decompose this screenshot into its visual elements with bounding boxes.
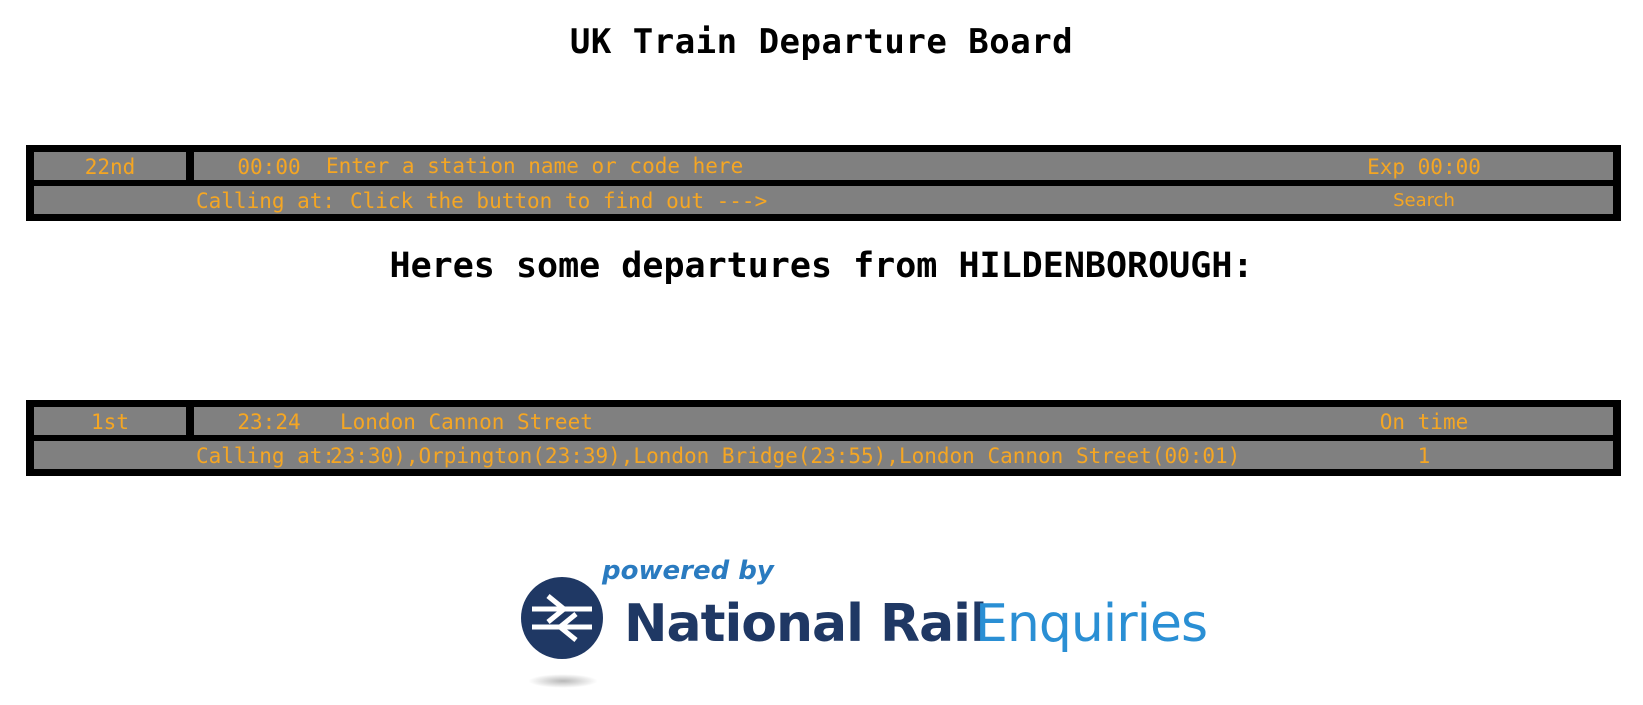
- powered-by-text: powered by: [602, 556, 774, 586]
- national-rail-arrows-icon: [521, 577, 603, 659]
- departure-status: On time: [1379, 410, 1469, 434]
- calling-at-label: Calling at:: [196, 444, 336, 468]
- search-board-row-main: 22nd 00:00 Exp 00:00: [34, 152, 1613, 180]
- departure-destination: London Cannon Street: [340, 410, 593, 434]
- search-board-row-calling: Calling at: Click the button to find out…: [34, 186, 1613, 214]
- calling-at-hint: Click the button to find out --->: [350, 189, 768, 213]
- station-search-input[interactable]: [326, 152, 1286, 180]
- brand-enquiries: Enquiries: [975, 594, 1208, 654]
- row-separator: [186, 407, 194, 435]
- search-button[interactable]: Search: [1344, 188, 1504, 212]
- calling-points: 23:30),Orpington(23:39),London Bridge(23…: [330, 444, 1241, 468]
- departure-ordinal: 1st: [91, 410, 129, 434]
- departure-platform: 1: [1417, 444, 1431, 468]
- search-time: 00:00: [237, 155, 301, 179]
- departure-row-calling: Calling at: 23:30),Orpington(23:39),Lond…: [34, 441, 1613, 469]
- calling-at-label: Calling at:: [196, 189, 336, 213]
- search-ordinal: 22nd: [84, 155, 136, 179]
- departure-row-main: 1st 23:24 London Cannon Street On time: [34, 407, 1613, 435]
- departure-board: 1st 23:24 London Cannon Street On time C…: [26, 400, 1621, 476]
- page-title: UK Train Departure Board: [569, 22, 1074, 62]
- departures-heading: Heres some departures from HILDENBOROUGH…: [389, 246, 1254, 286]
- row-separator: [186, 152, 194, 180]
- brand-national-rail: National Rail: [624, 594, 988, 654]
- search-board: 22nd 00:00 Exp 00:00 Calling at: Click t…: [26, 145, 1621, 221]
- logo-shadow: [528, 674, 598, 688]
- national-rail-logo: powered by National Rail Enquiries: [520, 556, 1208, 696]
- departure-time: 23:24: [237, 410, 301, 434]
- search-expected-status: Exp 00:00: [1367, 155, 1481, 179]
